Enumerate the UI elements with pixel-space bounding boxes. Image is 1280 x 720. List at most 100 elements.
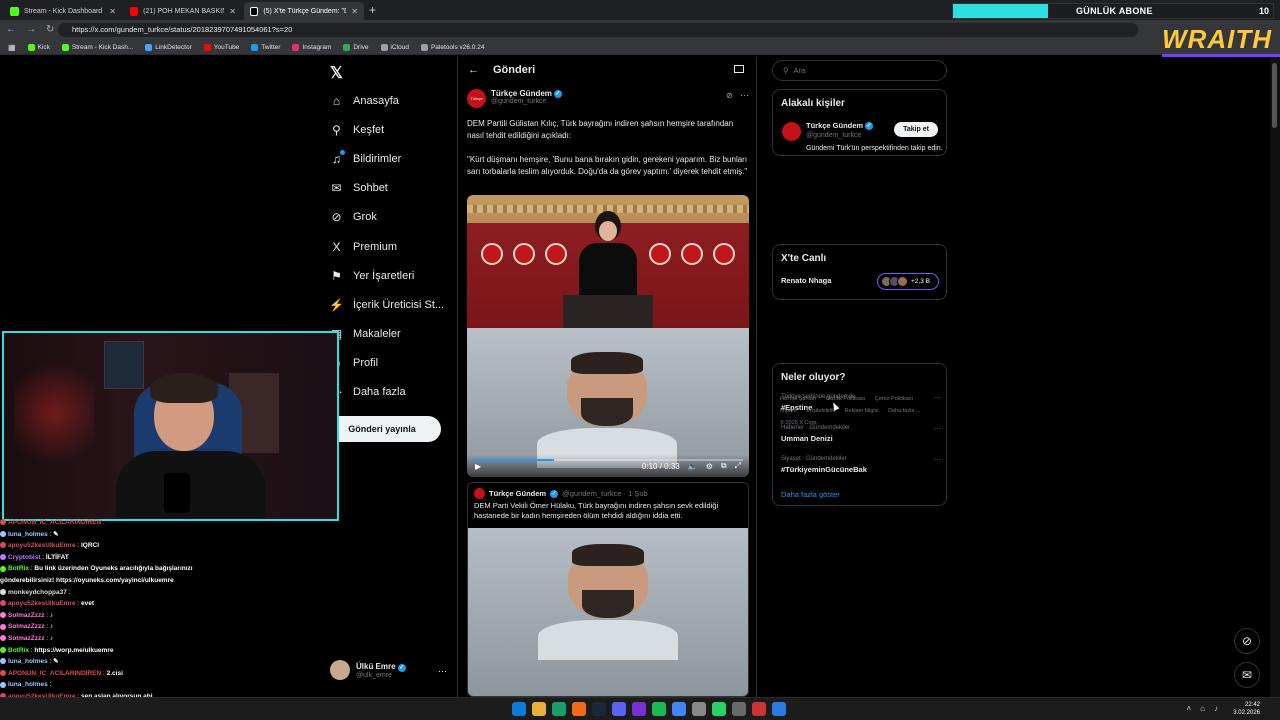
account-menu-icon[interactable]: ⋯ xyxy=(438,666,447,677)
back-arrow-icon[interactable]: ← xyxy=(468,64,479,76)
play-icon[interactable]: ▶ xyxy=(475,462,481,471)
chrome-icon[interactable] xyxy=(672,702,686,716)
tab-youtube[interactable]: (21) POH MEKAN BASKINI #pohhu ✕ xyxy=(124,2,242,20)
bookmark-twitter[interactable]: Twitter xyxy=(251,43,280,51)
app-icon[interactable] xyxy=(732,702,746,716)
footer-link[interactable]: Gizlilik Politikası xyxy=(826,396,865,402)
forward-icon[interactable]: → xyxy=(26,24,36,35)
new-tab-button[interactable]: + xyxy=(369,3,376,17)
bookmark-paletools[interactable]: Paletools v26.0.24 xyxy=(420,43,484,51)
discord-icon[interactable] xyxy=(612,702,626,716)
grok-icon[interactable]: ⊘ xyxy=(726,91,733,100)
footer-link[interactable]: Daha fazla ... xyxy=(888,408,920,414)
file-explorer-icon[interactable] xyxy=(532,702,546,716)
live-listeners-pill[interactable]: +2,3 B xyxy=(877,273,939,290)
network-icon[interactable]: ⌂ xyxy=(1200,704,1205,713)
footer-link[interactable]: Reklam bilgisi xyxy=(845,408,879,414)
tweet-author[interactable]: Türkçe Türkçe Gündem ✓ @gundem_turkce xyxy=(467,89,562,108)
footer-link[interactable]: Çerez Politikası xyxy=(875,396,913,402)
bookmark-kick-dashboard[interactable]: Stream - Kick Dash... xyxy=(61,43,133,51)
sidebar-item-grok[interactable]: ⊘ Grok xyxy=(330,203,444,232)
obs-icon[interactable] xyxy=(632,702,646,716)
reload-icon[interactable]: ↻ xyxy=(46,24,54,35)
chat-username[interactable]: monkeydchoppa37 xyxy=(8,589,67,596)
more-options-icon[interactable]: ⋯ xyxy=(740,90,749,101)
bookmark-youtube[interactable]: YouTube xyxy=(203,43,239,51)
messages-fab-icon[interactable]: ✉ xyxy=(1234,662,1260,688)
edge-icon[interactable] xyxy=(552,702,566,716)
post-button[interactable]: Gönderi yayınla xyxy=(323,416,441,442)
related-name[interactable]: Türkçe Gündem ✓ xyxy=(806,121,874,130)
tab-x-post[interactable]: (5) X'te Türkçe Gündem: "DEM Pa ✕ xyxy=(244,2,364,20)
app-icon[interactable] xyxy=(752,702,766,716)
sidebar-item-more[interactable]: ⋯Daha fazla xyxy=(330,378,444,407)
quoted-tweet[interactable]: Türkçe Gündem ✓ @gundem_turkce · 1 Şub D… xyxy=(467,482,749,697)
tweet-video[interactable]: ▶ 0:10 / 0:33 🔈 ⚙ ⧉ ⤢ xyxy=(467,195,749,477)
chat-username[interactable]: BotRix xyxy=(8,647,29,654)
sidebar-item-profile[interactable]: ☺Profil xyxy=(330,349,444,378)
bookmark-linkdetector[interactable]: LinkDetector xyxy=(145,43,192,51)
bookmark-kick[interactable]: Kick xyxy=(27,43,50,51)
close-icon[interactable]: ✕ xyxy=(351,7,358,16)
bookmark-icloud[interactable]: iCloud xyxy=(380,43,409,51)
sidebar-item-home[interactable]: ⌂ Anasayfa xyxy=(330,86,444,115)
sidebar-item-explore[interactable]: ⚲ Keşfet xyxy=(330,115,444,144)
chat-username[interactable]: luna_holmes xyxy=(8,531,48,538)
scrollbar-thumb[interactable] xyxy=(1272,63,1277,128)
chat-username[interactable]: SolmazZzzz xyxy=(8,612,44,619)
settings-icon[interactable]: ⚙ xyxy=(706,462,713,471)
app-icon[interactable] xyxy=(772,702,786,716)
follow-button[interactable]: Takip et xyxy=(894,122,938,137)
chat-username[interactable]: SolmazZzzz xyxy=(8,623,44,630)
footer-link[interactable]: Erişilebilirlik xyxy=(806,408,835,414)
url-field[interactable]: https://x.com/gundem_turkce/status/20182… xyxy=(58,23,1138,37)
volume-icon[interactable]: ♪ xyxy=(1214,704,1218,713)
chat-username[interactable]: Cryptobist xyxy=(8,554,41,561)
live-host-name[interactable]: Renato Nhaga xyxy=(781,276,831,285)
apps-icon[interactable]: ▦ xyxy=(8,43,16,52)
x-logo-icon[interactable]: 𝕏 xyxy=(330,63,343,83)
chat-username[interactable]: apoyu52kesUlkuEmre xyxy=(8,542,76,549)
chat-username[interactable]: luna_holmes xyxy=(8,658,48,665)
sidebar-item-creator-studio[interactable]: ⚡ İçerik Üreticisi St... xyxy=(329,290,444,319)
chevron-up-icon[interactable]: ˄ xyxy=(1186,704,1191,713)
sidebar-item-articles[interactable]: ▤Makaleler xyxy=(330,320,444,349)
quoted-image[interactable] xyxy=(468,528,748,696)
grok-fab-icon[interactable]: ⊘ xyxy=(1234,628,1260,654)
more-options-icon[interactable]: ⋯ xyxy=(934,456,941,464)
chat-username[interactable]: APONUN_IC_ACILARINDIREN xyxy=(8,670,101,677)
bookmark-drive[interactable]: Drive xyxy=(343,43,369,51)
video-progress-bar[interactable] xyxy=(473,459,743,461)
pip-icon[interactable]: ⧉ xyxy=(721,461,727,471)
footer-link[interactable]: Hizmet Şartları xyxy=(780,396,816,402)
chat-username[interactable]: apoyu52kesUlkuEmre xyxy=(8,600,76,607)
trend-item[interactable]: Siyaset · Gündemdekiler #TürkiyeminGücün… xyxy=(781,456,941,474)
close-icon[interactable]: ✕ xyxy=(109,7,116,16)
show-more-link[interactable]: Daha fazla göster xyxy=(781,490,840,499)
sidebar-item-notifications[interactable]: ♫ Bildirimler xyxy=(330,144,444,173)
account-switcher[interactable]: Ülkü Emre ✓ @ulk_emre xyxy=(330,660,406,680)
close-icon[interactable]: ✕ xyxy=(229,7,236,16)
reader-icon[interactable] xyxy=(734,65,744,73)
taskbar-clock[interactable]: 22:42 3.02.2026 xyxy=(1233,701,1260,717)
author-handle[interactable]: @gundem_turkce xyxy=(491,98,562,105)
fullscreen-icon[interactable]: ⤢ xyxy=(735,461,741,471)
windows-start-icon[interactable] xyxy=(512,702,526,716)
chat-username[interactable]: SolmazZzzz xyxy=(8,635,44,642)
sidebar-item-premium[interactable]: X Premium xyxy=(330,232,444,261)
author-name[interactable]: Türkçe Gündem ✓ xyxy=(491,89,562,98)
related-handle[interactable]: @gundem_turkce xyxy=(806,132,861,139)
settings-icon[interactable] xyxy=(692,702,706,716)
chat-username[interactable]: BotRix xyxy=(8,565,29,572)
whatsapp-icon[interactable] xyxy=(712,702,726,716)
bookmark-instagram[interactable]: Instagram xyxy=(292,43,331,51)
scrollbar[interactable] xyxy=(1270,57,1280,697)
sidebar-item-bookmarks[interactable]: ⚑ Yer İşaretleri xyxy=(330,261,444,290)
chat-username[interactable]: luna_holmes xyxy=(8,681,48,688)
chat-username[interactable]: APONUN_IC_ACILARINDIREN xyxy=(8,519,101,526)
avatar[interactable] xyxy=(782,122,801,141)
steam-icon[interactable] xyxy=(592,702,606,716)
tab-kick-dashboard[interactable]: Stream - Kick Dashboard ✕ xyxy=(4,2,122,20)
firefox-icon[interactable] xyxy=(572,702,586,716)
avatar[interactable]: Türkçe xyxy=(467,89,486,108)
